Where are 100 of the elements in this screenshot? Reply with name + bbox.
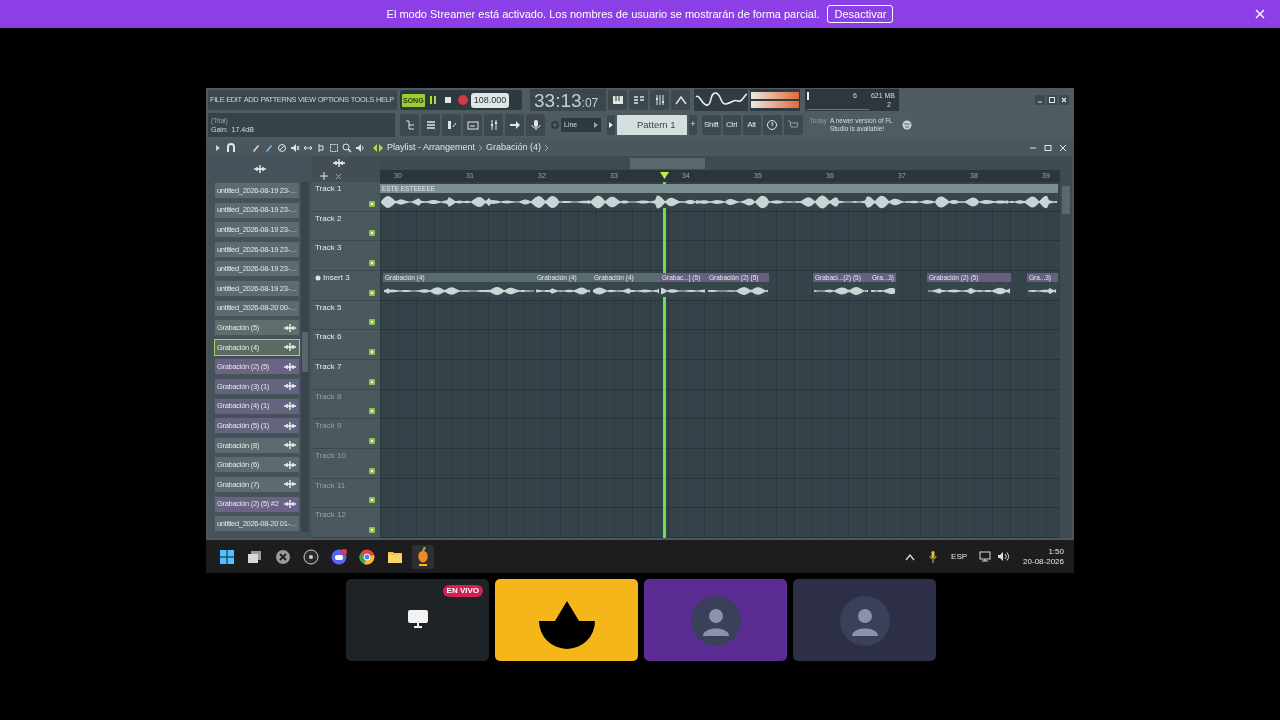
audio-clip-icon — [284, 499, 296, 509]
track-header[interactable]: Track 5 — [312, 300, 380, 331]
language-text[interactable]: ESP — [951, 550, 968, 563]
clock[interactable]: 1:50 20-08-2026 — [1023, 546, 1064, 567]
minimize-icon[interactable] — [1029, 144, 1037, 152]
globe-icon — [901, 120, 912, 130]
track-enable-icon[interactable] — [369, 260, 375, 266]
caret-icon[interactable] — [609, 122, 613, 128]
track-enable-icon[interactable] — [369, 349, 375, 356]
monitor-icon — [406, 609, 430, 629]
volume-icon[interactable] — [997, 551, 1010, 562]
cart-icon[interactable] — [787, 119, 799, 131]
audio-clip-icon — [284, 322, 296, 333]
participant-tile[interactable]: EN VIVO — [346, 579, 489, 661]
chat-app-icon[interactable] — [331, 548, 347, 565]
cross-icon[interactable] — [335, 172, 342, 180]
close-icon[interactable] — [1059, 144, 1067, 152]
track-enable-icon[interactable] — [369, 438, 375, 445]
silhouette-icon — [850, 606, 880, 636]
audio-clip-icon — [284, 381, 296, 392]
track-enable-icon[interactable] — [369, 497, 375, 504]
pattern-selector[interactable]: Pattern 1 — [617, 115, 687, 135]
maximize-icon[interactable] — [1044, 144, 1052, 152]
audio-clip-icon — [284, 401, 296, 412]
track-header[interactable]: Insert 3 — [312, 271, 380, 301]
time-ticks-text: :07 — [581, 96, 599, 111]
close-icon[interactable] — [1059, 95, 1069, 105]
speaker-icon[interactable] — [355, 143, 365, 153]
participant-tile[interactable] — [644, 579, 787, 661]
waveform-drawing — [814, 284, 869, 298]
disable-button[interactable]: Desactivar — [827, 5, 894, 23]
track-header[interactable]: Track 10 — [312, 449, 380, 479]
track-header[interactable]: Track 1 — [312, 182, 380, 212]
playlist-icon[interactable] — [466, 119, 479, 131]
fruit-icon[interactable] — [416, 547, 430, 563]
arrow-icon[interactable] — [508, 119, 521, 131]
track-enable-icon[interactable] — [369, 319, 375, 326]
add-pattern-button[interactable]: + — [689, 115, 697, 135]
mixer-icon[interactable] — [653, 94, 666, 106]
chevron-up-icon[interactable] — [905, 552, 916, 561]
delete-icon[interactable] — [277, 143, 287, 153]
tempo-field[interactable]: 108.000 — [470, 92, 510, 108]
pencil-icon[interactable] — [251, 143, 261, 153]
live-badge: EN VIVO — [442, 585, 483, 597]
track-header[interactable]: Track 3 — [312, 241, 380, 271]
network-icon[interactable] — [979, 551, 992, 562]
track-header[interactable]: Track 2 — [312, 211, 380, 242]
channel-rack-icon[interactable] — [424, 119, 437, 131]
track-name: Track 11 — [315, 479, 346, 492]
participant-tile[interactable] — [793, 579, 936, 661]
track-header[interactable]: Track 12 — [312, 508, 380, 539]
select-icon[interactable] — [329, 143, 339, 153]
peak-meter-drawing — [750, 89, 800, 111]
clock-date: 20-08-2026 — [1023, 556, 1064, 567]
chevron-icon — [478, 144, 484, 152]
time-text: 33:13 — [534, 90, 582, 111]
track-enable-icon[interactable] — [369, 378, 375, 385]
track-header[interactable]: Track 9 — [312, 419, 380, 450]
caret-icon — [594, 122, 598, 128]
zoom-icon[interactable] — [342, 143, 352, 153]
audio-clip-icon — [284, 440, 296, 451]
microphone-icon[interactable] — [929, 550, 938, 563]
track-enable-icon[interactable] — [369, 200, 375, 207]
piano-roll-icon[interactable] — [611, 94, 624, 106]
scrollbar[interactable] — [301, 182, 309, 533]
magnet-icon[interactable] — [226, 143, 236, 153]
track-enable-icon[interactable] — [369, 230, 375, 237]
modifier-key[interactable]: Alt — [742, 115, 761, 135]
track-enable-icon[interactable] — [369, 527, 375, 534]
task-view-icon[interactable] — [247, 548, 263, 565]
help-bubble-icon[interactable] — [766, 119, 778, 131]
close-circle-icon[interactable] — [275, 548, 291, 565]
restore-icon[interactable] — [1047, 95, 1057, 105]
track-enable-icon[interactable] — [369, 408, 375, 415]
windows-icon[interactable] — [219, 548, 235, 565]
track-name: Track 5 — [315, 301, 342, 314]
modifier-key[interactable]: Ctrl — [722, 115, 741, 135]
modifier-key[interactable]: Shift — [702, 115, 721, 135]
microphone-icon[interactable] — [529, 119, 542, 131]
participant-tile[interactable] — [495, 579, 638, 661]
track-name: Track 2 — [315, 212, 342, 225]
waveform-drawing — [708, 284, 768, 298]
audio-clip-icon[interactable] — [254, 164, 266, 174]
track-header[interactable]: Track 8 — [312, 389, 380, 420]
brush-icon[interactable] — [264, 143, 274, 153]
audio-clip-icon[interactable] — [332, 158, 345, 168]
oscilloscope-drawing — [694, 89, 748, 111]
track-enable-icon[interactable] — [369, 467, 375, 474]
track-enable-icon[interactable] — [369, 289, 375, 296]
track-header[interactable]: Track 6 — [312, 330, 380, 361]
mute-icon[interactable] — [290, 143, 300, 153]
audio-clip-icon — [284, 420, 296, 431]
playhead-marker[interactable] — [660, 172, 670, 179]
slip-icon[interactable] — [303, 143, 313, 153]
track-name: Track 8 — [315, 390, 342, 403]
track-header[interactable]: Track 11 — [312, 478, 380, 509]
plus-icon[interactable] — [319, 172, 328, 180]
step-sequencer-icon[interactable] — [632, 94, 645, 106]
track-name: Track 1 — [315, 183, 342, 195]
track-header[interactable]: Track 7 — [312, 360, 380, 390]
